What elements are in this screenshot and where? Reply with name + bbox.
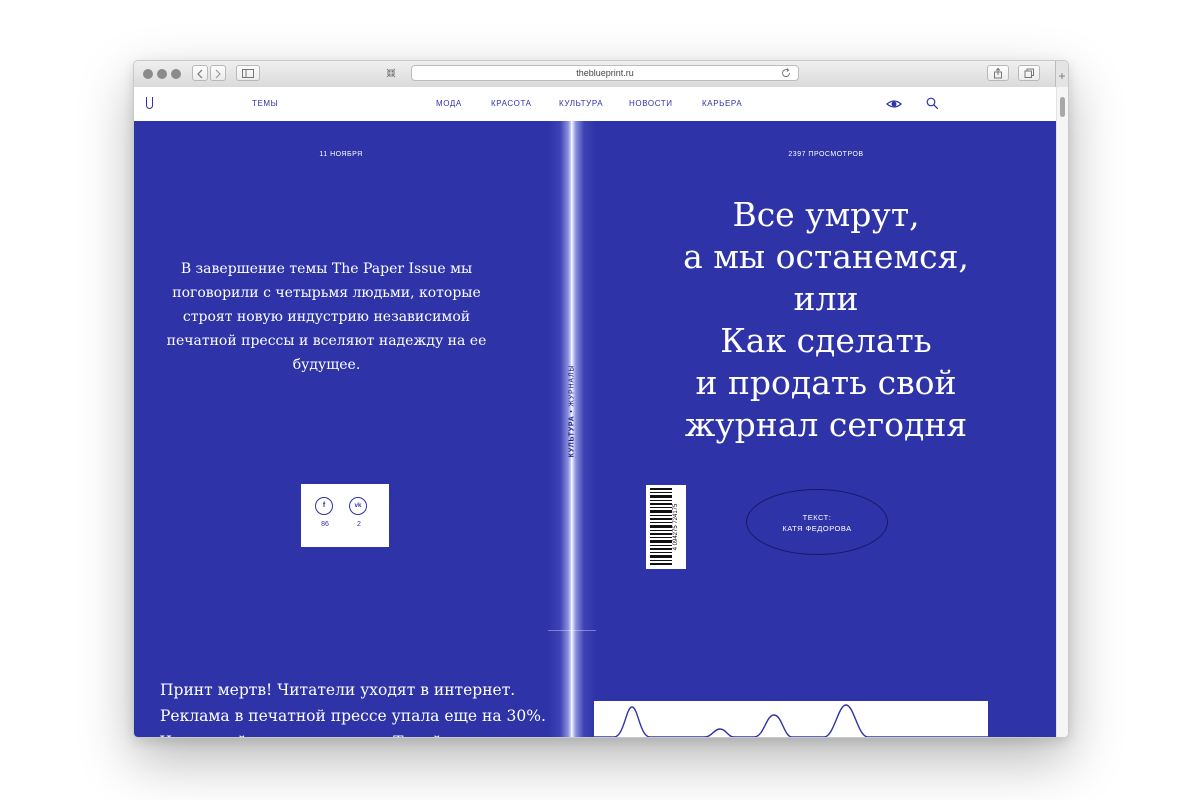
headline-line-3: или	[793, 279, 859, 318]
new-tab-button[interactable]: +	[1055, 61, 1068, 87]
barcode: 4 094275 724175	[646, 485, 686, 569]
share-icon	[994, 67, 1002, 79]
browser-toolbar: theblueprint.ru +	[134, 61, 1068, 88]
facebook-icon: f	[315, 497, 333, 515]
vk-icon: vk	[349, 497, 367, 515]
sidebar-button[interactable]	[236, 65, 260, 81]
shrink-arrows-icon	[386, 68, 396, 78]
article-intro-text: Принт мертв! Читатели уходят в интернет.…	[160, 681, 546, 737]
article-hero: 11 НОЯБРЯ В завершение темы The Paper Is…	[134, 121, 1056, 737]
spine-category-label[interactable]: КУЛЬТУРА • ЖУРНАЛЫ	[569, 365, 576, 458]
nav-item-beauty[interactable]: КРАСОТА	[491, 99, 532, 108]
nav-item-fashion[interactable]: МОДА	[436, 99, 462, 108]
article-date: 11 НОЯБРЯ	[319, 151, 363, 158]
view-count: 2397 ПРОСМОТРОВ	[788, 151, 864, 158]
eye-icon[interactable]	[886, 99, 902, 109]
close-window-button[interactable]	[143, 69, 153, 79]
credit-label: ТЕКСТ:	[802, 513, 832, 522]
back-button[interactable]	[192, 65, 208, 81]
vk-share[interactable]: vk 2	[349, 497, 369, 528]
search-icon[interactable]	[926, 97, 939, 110]
reader-button[interactable]	[380, 65, 402, 81]
nav-item-career[interactable]: КАРЬЕРА	[702, 99, 742, 108]
chevron-right-icon	[215, 69, 221, 79]
spine-category: КУЛЬТУРА	[568, 415, 576, 458]
article-headline: Все умрут, а мы останемся, или Как сдела…	[616, 194, 1036, 446]
article-lead: В завершение темы The Paper Issue мы пог…	[166, 261, 487, 373]
headline-line-2: а мы останемся,	[683, 237, 969, 276]
illustration-box	[594, 701, 988, 737]
barcode-number: 4 094275 724175	[673, 503, 679, 551]
chevron-left-icon	[197, 69, 203, 79]
facebook-count: 86	[321, 521, 329, 528]
forward-button[interactable]	[210, 65, 226, 81]
scrollbar-thumb[interactable]	[1060, 97, 1065, 117]
address-bar[interactable]: theblueprint.ru	[411, 65, 799, 81]
spine-separator: •	[568, 409, 576, 413]
headline-line-5: и продать свой	[695, 363, 957, 402]
tabs-overview-button[interactable]	[1018, 65, 1040, 81]
headline-line-6: журнал сегодня	[684, 405, 968, 444]
author-credit[interactable]: ТЕКСТ: КАТЯ ФЕДОРОВА	[746, 489, 888, 555]
nav-item-culture[interactable]: КУЛЬТУРА	[559, 99, 603, 108]
reload-icon[interactable]	[780, 67, 792, 79]
sidebar-icon	[242, 69, 254, 78]
site-header: ТЕМЫ МОДА КРАСОТА КУЛЬТУРА НОВОСТИ КАРЬЕ…	[134, 87, 1056, 121]
spine-divider	[548, 630, 596, 631]
wave-illustration	[594, 704, 988, 737]
tabs-icon	[1024, 68, 1034, 78]
share-box: f 86 vk 2	[301, 484, 389, 547]
vk-count: 2	[357, 521, 361, 528]
credit-author: КАТЯ ФЕДОРОВА	[782, 524, 852, 533]
facebook-share[interactable]: f 86	[315, 497, 335, 528]
url-text: theblueprint.ru	[576, 68, 634, 78]
spine-subcategory: ЖУРНАЛЫ	[568, 364, 576, 407]
browser-window: theblueprint.ru + ТЕМЫ МОДА КРАСОТА КУЛЬ…	[133, 60, 1069, 738]
headline-line-1: Все умрут,	[732, 195, 920, 234]
barcode-icon	[650, 488, 672, 565]
minimize-window-button[interactable]	[157, 69, 167, 79]
nav-topics[interactable]: ТЕМЫ	[252, 99, 278, 108]
page-scrollbar[interactable]	[1056, 87, 1068, 737]
zoom-window-button[interactable]	[171, 69, 181, 79]
share-button[interactable]	[987, 65, 1009, 81]
nav-item-news[interactable]: НОВОСТИ	[629, 99, 673, 108]
logo-icon[interactable]	[146, 97, 153, 109]
headline-line-4: Как сделать	[720, 321, 932, 360]
